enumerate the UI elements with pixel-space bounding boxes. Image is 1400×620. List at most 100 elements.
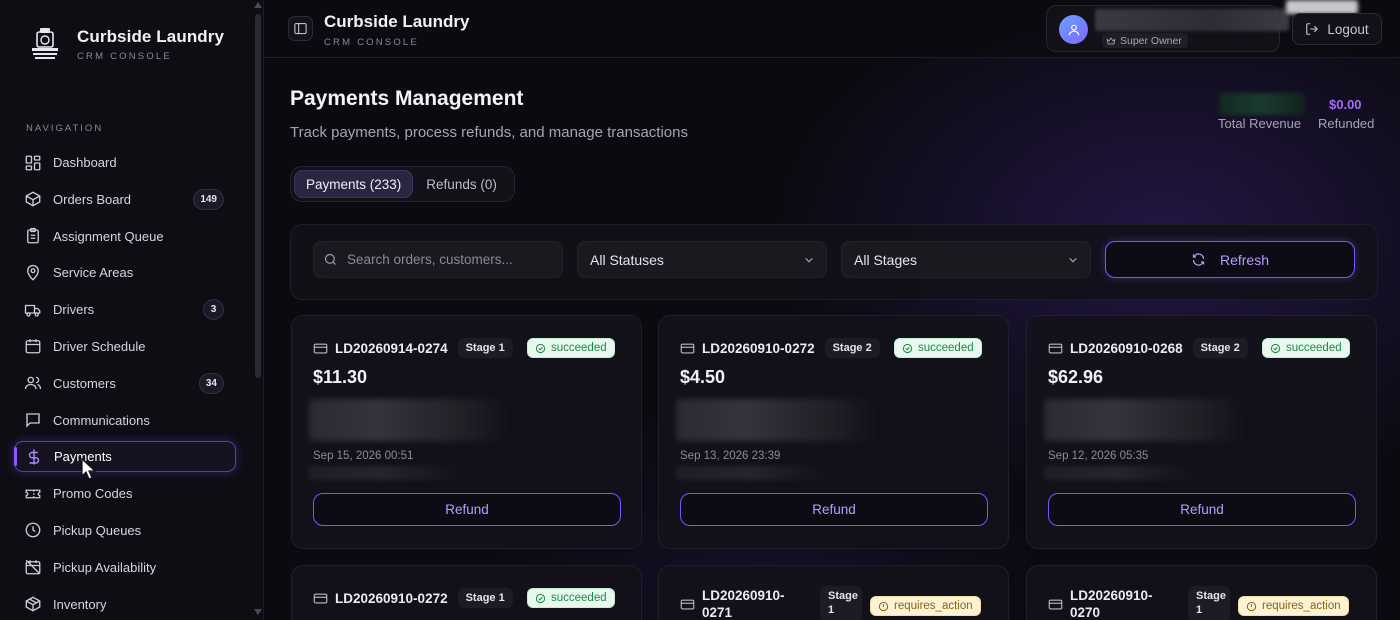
- order-id: LD20260910-0270: [1070, 588, 1153, 620]
- topbar-subtitle: CRM CONSOLE: [324, 37, 419, 48]
- users-icon: [24, 376, 42, 390]
- refund-button[interactable]: Refund: [680, 493, 988, 526]
- sidebar-item-payments[interactable]: Payments: [14, 441, 236, 473]
- crown-icon: [1106, 36, 1116, 44]
- payment-date: Sep 12, 2026 05:35: [1048, 450, 1149, 462]
- drivers-count-badge: 3: [203, 299, 224, 321]
- scrollbar-thumb[interactable]: [255, 14, 261, 378]
- map-pin-icon: [27, 264, 39, 281]
- sidebar-item-inventory[interactable]: Inventory: [14, 589, 236, 620]
- sidebar-item-orders-board[interactable]: Orders Board 149: [14, 184, 236, 215]
- orders-count-badge: 149: [193, 188, 224, 210]
- clock-icon: [25, 523, 41, 538]
- sidebar-item-label: Pickup Queues: [53, 522, 142, 538]
- refresh-label: Refresh: [1219, 251, 1270, 268]
- status-badge: succeeded: [1262, 338, 1350, 358]
- redacted-customer-info: [309, 399, 509, 441]
- stage-select-value: All Stages: [854, 251, 918, 268]
- role-badge: Super Owner: [1102, 33, 1188, 48]
- credit-card-icon: [680, 599, 695, 609]
- sidebar-item-label: Driver Schedule: [53, 338, 146, 354]
- panel-left-icon: [294, 22, 307, 35]
- sidebar-item-driver-schedule[interactable]: Driver Schedule: [14, 331, 236, 362]
- status-label: requires_action: [894, 600, 973, 612]
- sidebar-item-pickup-queues[interactable]: Pickup Queues: [14, 515, 236, 546]
- sidebar-item-label: Promo Codes: [53, 486, 133, 502]
- refresh-button[interactable]: Refresh: [1105, 241, 1355, 278]
- status-select[interactable]: All Statuses: [577, 241, 827, 278]
- customers-count-badge: 34: [198, 372, 224, 394]
- stage-badge: Stage 2: [824, 338, 880, 358]
- sidebar-item-promo-codes[interactable]: Promo Codes: [14, 478, 236, 509]
- logout-icon: [1306, 23, 1319, 35]
- credit-card-icon: [313, 343, 328, 353]
- status-label: succeeded: [551, 342, 607, 354]
- sidebar-item-communications[interactable]: Communications: [14, 405, 236, 436]
- credit-card-icon: [313, 593, 328, 603]
- search-input[interactable]: [347, 252, 557, 267]
- status-select-value: All Statuses: [590, 251, 664, 268]
- logout-button[interactable]: Logout: [1292, 13, 1382, 45]
- payment-amount: $4.50: [680, 367, 726, 387]
- logout-label: Logout: [1327, 21, 1369, 37]
- box-icon: [25, 191, 41, 207]
- payment-card: LD20260910-0268 Stage 2 succeeded $62.96…: [1026, 315, 1377, 549]
- payment-tabs: Payments (233) Refunds (0): [290, 166, 515, 202]
- sidebar-item-label: Assignment Queue: [53, 228, 164, 244]
- payment-card: LD20260914-0274 Stage 1 succeeded $11.30…: [291, 315, 642, 549]
- refunded-value: $0.00: [1329, 97, 1362, 112]
- payment-date: Sep 13, 2026 23:39: [680, 450, 781, 462]
- stage-badge: Stage 1: [457, 338, 513, 358]
- scroll-down-icon[interactable]: [254, 609, 262, 615]
- brand-name: Curbside Laundry: [77, 26, 225, 46]
- scroll-up-icon[interactable]: [254, 2, 262, 8]
- search-field[interactable]: [313, 241, 563, 278]
- status-label: succeeded: [551, 592, 607, 604]
- stage-select[interactable]: All Stages: [841, 241, 1091, 278]
- sidebar-item-label: Customers: [53, 375, 116, 391]
- user-profile[interactable]: Super Owner: [1046, 5, 1289, 52]
- order-id: LD20260910-0271: [702, 588, 785, 620]
- sidebar-item-drivers[interactable]: Drivers 3: [14, 294, 236, 325]
- redacted-detail: [309, 466, 459, 480]
- stage-badge: Stage 1: [1188, 586, 1230, 620]
- dashboard-icon: [25, 155, 41, 170]
- credit-card-icon: [1048, 343, 1063, 353]
- calendar-off-icon: [25, 560, 41, 575]
- curbside-laundry-logo: [32, 28, 58, 59]
- search-icon: [324, 253, 336, 265]
- sidebar-item-service-areas[interactable]: Service Areas: [14, 257, 236, 288]
- redacted-detail: [676, 466, 826, 480]
- tab-refunds[interactable]: Refunds (0): [415, 170, 508, 198]
- redacted-detail: [1044, 466, 1194, 480]
- avatar: [1059, 15, 1088, 44]
- filter-panel: All Statuses All Stages Refresh: [290, 224, 1378, 300]
- status-label: succeeded: [1286, 342, 1342, 354]
- truck-icon: [24, 304, 41, 317]
- stage-badge: Stage 1: [457, 588, 513, 608]
- sidebar-scrollbar[interactable]: [253, 0, 263, 620]
- sidebar-item-label: Dashboard: [53, 155, 117, 170]
- top-bar: Curbside Laundry CRM CONSOLE Super Owner…: [264, 0, 1400, 58]
- sidebar-item-dashboard[interactable]: Dashboard: [14, 147, 236, 178]
- order-id: LD20260910-0272: [702, 340, 815, 356]
- redacted-customer-info: [1044, 399, 1244, 441]
- sidebar-item-assignment-queue[interactable]: Assignment Queue: [14, 221, 236, 252]
- clipboard-icon: [27, 227, 39, 244]
- refund-button[interactable]: Refund: [1048, 493, 1356, 526]
- sidebar-item-customers[interactable]: Customers 34: [14, 368, 236, 399]
- order-id: LD20260914-0274: [335, 340, 448, 356]
- refresh-icon: [1192, 253, 1205, 266]
- brand[interactable]: Curbside Laundry CRM CONSOLE: [28, 26, 224, 62]
- tab-payments[interactable]: Payments (233): [294, 170, 414, 198]
- dollar-icon: [28, 449, 40, 465]
- refund-button[interactable]: Refund: [313, 493, 621, 526]
- package-icon: [25, 596, 41, 612]
- user-icon: [1068, 24, 1079, 35]
- sidebar-item-label: Drivers: [53, 302, 95, 318]
- payment-card: LD20260910-0272 Stage 1 succeeded: [291, 565, 642, 620]
- sidebar-item-pickup-availability[interactable]: Pickup Availability: [14, 552, 236, 583]
- credit-card-icon: [1048, 599, 1063, 609]
- payment-card: LD20260910-0271 Stage 1 requires_action: [658, 565, 1009, 620]
- sidebar-toggle-button[interactable]: [288, 16, 313, 41]
